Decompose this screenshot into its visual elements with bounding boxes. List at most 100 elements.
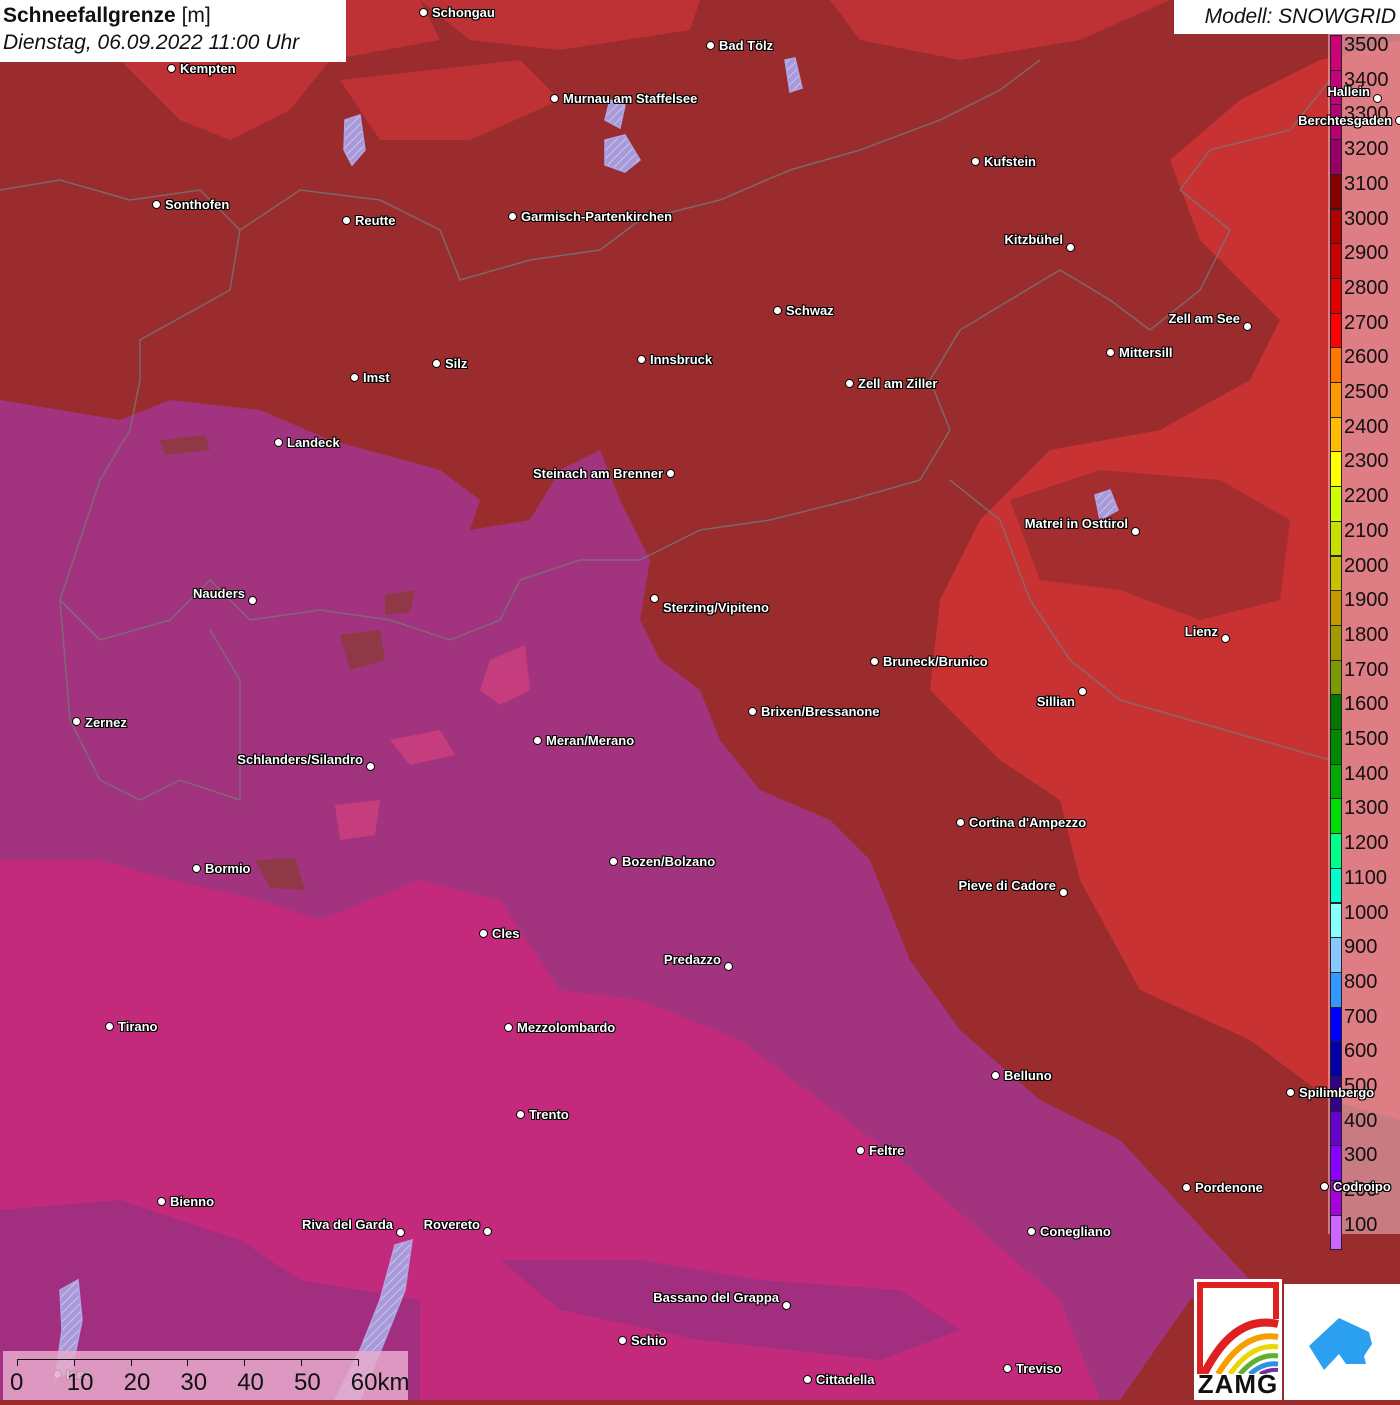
city-label[interactable]: Sonthofen	[165, 198, 229, 212]
city-label[interactable]: Sterzing/Vipiteno	[663, 601, 769, 615]
city-label[interactable]: Garmisch-Partenkirchen	[521, 210, 672, 224]
legend-label: 1100	[1344, 866, 1388, 889]
city-label[interactable]: Cles	[492, 927, 519, 941]
city-label[interactable]: Belluno	[1004, 1069, 1052, 1083]
city-dot	[167, 64, 176, 73]
zamg-text: ZAMG	[1197, 1369, 1279, 1399]
city-dot	[724, 962, 733, 971]
city-label[interactable]: Zell am Ziller	[858, 377, 937, 391]
city-dot	[1131, 527, 1140, 536]
city-label[interactable]: Bienno	[170, 1195, 214, 1209]
city-label[interactable]: Conegliano	[1040, 1225, 1111, 1239]
legend-label: 1800	[1344, 623, 1389, 646]
city-label[interactable]: Schongau	[432, 6, 495, 20]
legend-swatch	[1330, 1110, 1342, 1147]
city-label[interactable]: Steinach am Brenner	[533, 467, 663, 481]
city-label[interactable]: Kitzbühel	[1005, 233, 1064, 247]
city-label[interactable]: Murnau am Staffelsee	[563, 92, 697, 106]
city-label[interactable]: Trento	[529, 1108, 569, 1122]
city-dot	[105, 1022, 114, 1031]
city-label[interactable]: Hallein	[1327, 85, 1370, 99]
city-dot	[1182, 1183, 1191, 1192]
city-dot	[192, 864, 201, 873]
city-dot	[479, 929, 488, 938]
city-label[interactable]: Mittersill	[1119, 346, 1172, 360]
city-label[interactable]: Bruneck/Brunico	[883, 655, 988, 669]
legend-swatch	[1330, 1145, 1342, 1182]
city-label[interactable]: Lienz	[1185, 625, 1218, 639]
legend-label: 2300	[1344, 450, 1389, 473]
map-title-box: Schneefallgrenze [m] Dienstag, 06.09.202…	[0, 0, 346, 62]
city-label[interactable]: Bassano del Grappa	[653, 1291, 779, 1305]
legend-label: 2400	[1344, 415, 1389, 438]
city-dot	[773, 306, 782, 315]
city-label[interactable]: Landeck	[287, 436, 340, 450]
legend-swatch	[1330, 867, 1342, 904]
city-label[interactable]: Treviso	[1016, 1362, 1062, 1376]
city-label[interactable]: Berchtesgaden	[1298, 114, 1392, 128]
city-label[interactable]: Bad Tölz	[719, 39, 773, 53]
city-label[interactable]: Cortina d'Ampezzo	[969, 816, 1086, 830]
city-label[interactable]: Meran/Merano	[546, 734, 634, 748]
city-dot	[157, 1197, 166, 1206]
city-label[interactable]: Rovereto	[424, 1218, 480, 1232]
city-label[interactable]: Tirano	[118, 1020, 158, 1034]
city-dot	[666, 469, 675, 478]
city-label[interactable]: Imst	[363, 371, 390, 385]
city-label[interactable]: Bormio	[205, 862, 251, 876]
city-label[interactable]: Schio	[631, 1334, 666, 1348]
city-dot	[516, 1110, 525, 1119]
city-label[interactable]: Mezzolombardo	[517, 1021, 615, 1035]
scale-tick	[73, 1359, 75, 1366]
snowgrid-logo	[1284, 1284, 1400, 1400]
city-label[interactable]: Spilimbergo	[1299, 1086, 1374, 1100]
city-label[interactable]: Reutte	[355, 214, 395, 228]
city-label[interactable]: Kempten	[180, 62, 236, 76]
city-label[interactable]: Silz	[445, 357, 467, 371]
legend-label: 1200	[1344, 832, 1389, 855]
city-label[interactable]: Predazzo	[664, 953, 721, 967]
city-dot	[650, 594, 659, 603]
legend-label: 1700	[1344, 658, 1389, 681]
legend-swatch	[1330, 35, 1342, 71]
city-label[interactable]: Bozen/Bolzano	[622, 855, 715, 869]
city-dot	[533, 736, 542, 745]
city-label[interactable]: Sillian	[1037, 695, 1075, 709]
city-dot	[1106, 348, 1115, 357]
city-dot	[1221, 634, 1230, 643]
city-label[interactable]: Pieve di Cadore	[958, 879, 1056, 893]
city-label[interactable]: Riva del Garda	[302, 1218, 393, 1232]
scale-label: 40	[237, 1369, 264, 1396]
legend-label: 1600	[1344, 693, 1389, 716]
legend-label: 1400	[1344, 762, 1389, 785]
city-label[interactable]: Codroipo	[1333, 1180, 1391, 1194]
legend-swatch	[1330, 173, 1342, 210]
city-label[interactable]: Schlanders/Silandro	[237, 753, 363, 767]
legend-label: 2500	[1344, 381, 1389, 403]
city-dot	[274, 438, 283, 447]
legend-label: 300	[1344, 1144, 1378, 1167]
city-dot	[803, 1375, 812, 1384]
city-label[interactable]: Innsbruck	[650, 353, 712, 367]
city-label[interactable]: Zell am See	[1168, 312, 1240, 326]
legend-label: 3200	[1344, 138, 1389, 161]
city-label[interactable]: Kufstein	[984, 155, 1036, 169]
legend-swatch	[1330, 798, 1342, 835]
city-label[interactable]: Brixen/Bressanone	[761, 705, 880, 719]
legend-label: 700	[1344, 1005, 1378, 1028]
city-label[interactable]: Cittadella	[816, 1373, 875, 1387]
city-label[interactable]: Zernez	[85, 716, 127, 730]
legend-swatch	[1330, 208, 1342, 245]
city-dot	[366, 762, 375, 771]
city-dot	[483, 1227, 492, 1236]
city-label[interactable]: Schwaz	[786, 304, 834, 318]
legend-label: 1000	[1344, 901, 1389, 924]
city-label[interactable]: Matrei in Osttirol	[1025, 517, 1128, 531]
city-label[interactable]: Feltre	[869, 1144, 904, 1158]
city-label[interactable]: Nauders	[193, 587, 245, 601]
city-dot	[856, 1146, 865, 1155]
legend-label: 2900	[1344, 242, 1389, 265]
legend-swatch	[1330, 833, 1342, 869]
legend-label: 800	[1344, 970, 1378, 993]
city-label[interactable]: Pordenone	[1195, 1181, 1263, 1195]
